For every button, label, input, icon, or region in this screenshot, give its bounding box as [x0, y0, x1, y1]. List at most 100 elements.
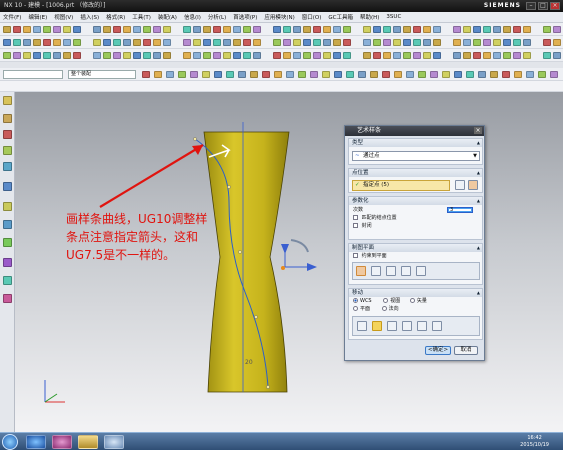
toolbar-button-icon[interactable]: [413, 26, 421, 33]
toolbar-button-icon[interactable]: [523, 52, 531, 59]
toolbar-button-icon[interactable]: [233, 26, 241, 33]
taskbar-app-browser[interactable]: [26, 435, 46, 449]
menu-insert[interactable]: 插入(S): [80, 13, 99, 21]
toolbar-button-icon[interactable]: [373, 39, 381, 46]
toolbar-button-icon[interactable]: [283, 39, 291, 46]
toolbar-button-icon[interactable]: [213, 52, 221, 59]
toolbar-button-icon[interactable]: [463, 52, 471, 59]
toolbar-button-icon[interactable]: [193, 26, 201, 33]
toolbar-button-icon[interactable]: [163, 39, 171, 46]
minimize-button[interactable]: –: [526, 2, 536, 10]
toolbar-button-icon[interactable]: [502, 71, 510, 78]
drawing-plane-header[interactable]: 制图平面: [349, 244, 482, 252]
toolbar-button-icon[interactable]: [43, 26, 51, 33]
xc-zc-plane-icon[interactable]: [386, 266, 396, 276]
toolbar-button-icon[interactable]: [543, 39, 551, 46]
point-location-header[interactable]: 点位置: [349, 169, 482, 177]
normal-radio[interactable]: [381, 306, 387, 311]
toolbar-button-icon[interactable]: [483, 39, 491, 46]
toolbar-button-icon[interactable]: [53, 52, 61, 59]
type-filter-select[interactable]: [3, 70, 63, 79]
toolbar-button-icon[interactable]: [442, 71, 450, 78]
toolbar-button-icon[interactable]: [273, 52, 281, 59]
toolbar-button-icon[interactable]: [423, 26, 431, 33]
toolbar-button-icon[interactable]: [493, 39, 501, 46]
toolbar-button-icon[interactable]: [163, 26, 171, 33]
toolbar-button-icon[interactable]: [363, 26, 371, 33]
toolbar-button-icon[interactable]: [303, 39, 311, 46]
toolbar-button-icon[interactable]: [53, 26, 61, 33]
movement-header[interactable]: 移动: [349, 289, 482, 297]
toolbar-button-icon[interactable]: [453, 39, 461, 46]
toolbar-button-icon[interactable]: [43, 39, 51, 46]
toolbar-button-icon[interactable]: [553, 52, 561, 59]
plane-radio[interactable]: [353, 306, 358, 311]
taskbar-app-media[interactable]: [52, 435, 72, 449]
toolbar-button-icon[interactable]: [310, 71, 318, 78]
xc-axis-icon[interactable]: [402, 321, 412, 331]
toolbar-button-icon[interactable]: [253, 52, 261, 59]
web-browser-icon[interactable]: [3, 182, 12, 191]
toolbar-button-icon[interactable]: [313, 39, 321, 46]
toolbar-button-icon[interactable]: [43, 52, 51, 59]
toolbar-button-icon[interactable]: [63, 52, 71, 59]
toolbar-button-icon[interactable]: [63, 39, 71, 46]
toolbar-button-icon[interactable]: [543, 52, 551, 59]
toolbar-button-icon[interactable]: [543, 26, 551, 33]
yc-zc-plane-icon[interactable]: [371, 266, 381, 276]
toolbar-button-icon[interactable]: [243, 52, 251, 59]
toolbar-button-icon[interactable]: [13, 52, 21, 59]
toolbar-button-icon[interactable]: [503, 39, 511, 46]
taskbar-app-explorer[interactable]: [78, 435, 98, 449]
toolbar-button-icon[interactable]: [373, 26, 381, 33]
toolbar-button-icon[interactable]: [493, 26, 501, 33]
toolbar-button-icon[interactable]: [466, 71, 474, 78]
toolbar-button-icon[interactable]: [526, 71, 534, 78]
menu-preferences[interactable]: 首选项(P): [233, 13, 257, 21]
toolbar-button-icon[interactable]: [223, 26, 231, 33]
toolbar-button-icon[interactable]: [370, 71, 378, 78]
toolbar-button-icon[interactable]: [403, 39, 411, 46]
toolbar-button-icon[interactable]: [262, 71, 270, 78]
toolbar-button-icon[interactable]: [153, 39, 161, 46]
toolbar-button-icon[interactable]: [214, 71, 222, 78]
point-snap-button[interactable]: [468, 180, 478, 190]
toolbar-button-icon[interactable]: [226, 71, 234, 78]
toolbar-button-icon[interactable]: [463, 26, 471, 33]
toolbar-button-icon[interactable]: [293, 26, 301, 33]
toolbar-button-icon[interactable]: [343, 26, 351, 33]
toolbar-button-icon[interactable]: [153, 52, 161, 59]
toolbar-button-icon[interactable]: [250, 71, 258, 78]
reuse-library-icon[interactable]: [3, 162, 12, 171]
toolbar-button-icon[interactable]: [478, 71, 486, 78]
toolbar-button-icon[interactable]: [323, 26, 331, 33]
toolbar-button-icon[interactable]: [73, 26, 81, 33]
view-radio[interactable]: [383, 298, 389, 303]
toolbar-button-icon[interactable]: [33, 39, 41, 46]
toolbar-button-icon[interactable]: [394, 71, 402, 78]
toolbar-button-icon[interactable]: [333, 39, 341, 46]
menu-3suc[interactable]: 3SUC: [386, 14, 401, 20]
toolbar-button-icon[interactable]: [142, 71, 150, 78]
toolbar-button-icon[interactable]: [418, 71, 426, 78]
roles-icon[interactable]: [3, 258, 12, 267]
toolbar-button-icon[interactable]: [453, 26, 461, 33]
toolbar-button-icon[interactable]: [73, 39, 81, 46]
menu-edit[interactable]: 编辑(E): [28, 13, 47, 21]
point-dialog-button[interactable]: [455, 180, 465, 190]
system-clock[interactable]: 16:42 2015/10/19: [520, 435, 549, 449]
toolbar-button-icon[interactable]: [63, 26, 71, 33]
system-materials-icon[interactable]: [3, 220, 12, 229]
menu-tools[interactable]: 工具(T): [132, 13, 151, 21]
toolbar-button-icon[interactable]: [453, 52, 461, 59]
toolbar-button-icon[interactable]: [93, 26, 101, 33]
toolbar-button-icon[interactable]: [283, 52, 291, 59]
toolbar-button-icon[interactable]: [538, 71, 546, 78]
toolbar-button-icon[interactable]: [483, 26, 491, 33]
toolbar-button-icon[interactable]: [143, 52, 151, 59]
toolbar-button-icon[interactable]: [274, 71, 282, 78]
toolbar-button-icon[interactable]: [202, 71, 210, 78]
toolbar-button-icon[interactable]: [253, 39, 261, 46]
toolbar-button-icon[interactable]: [298, 71, 306, 78]
toolbar-button-icon[interactable]: [358, 71, 366, 78]
